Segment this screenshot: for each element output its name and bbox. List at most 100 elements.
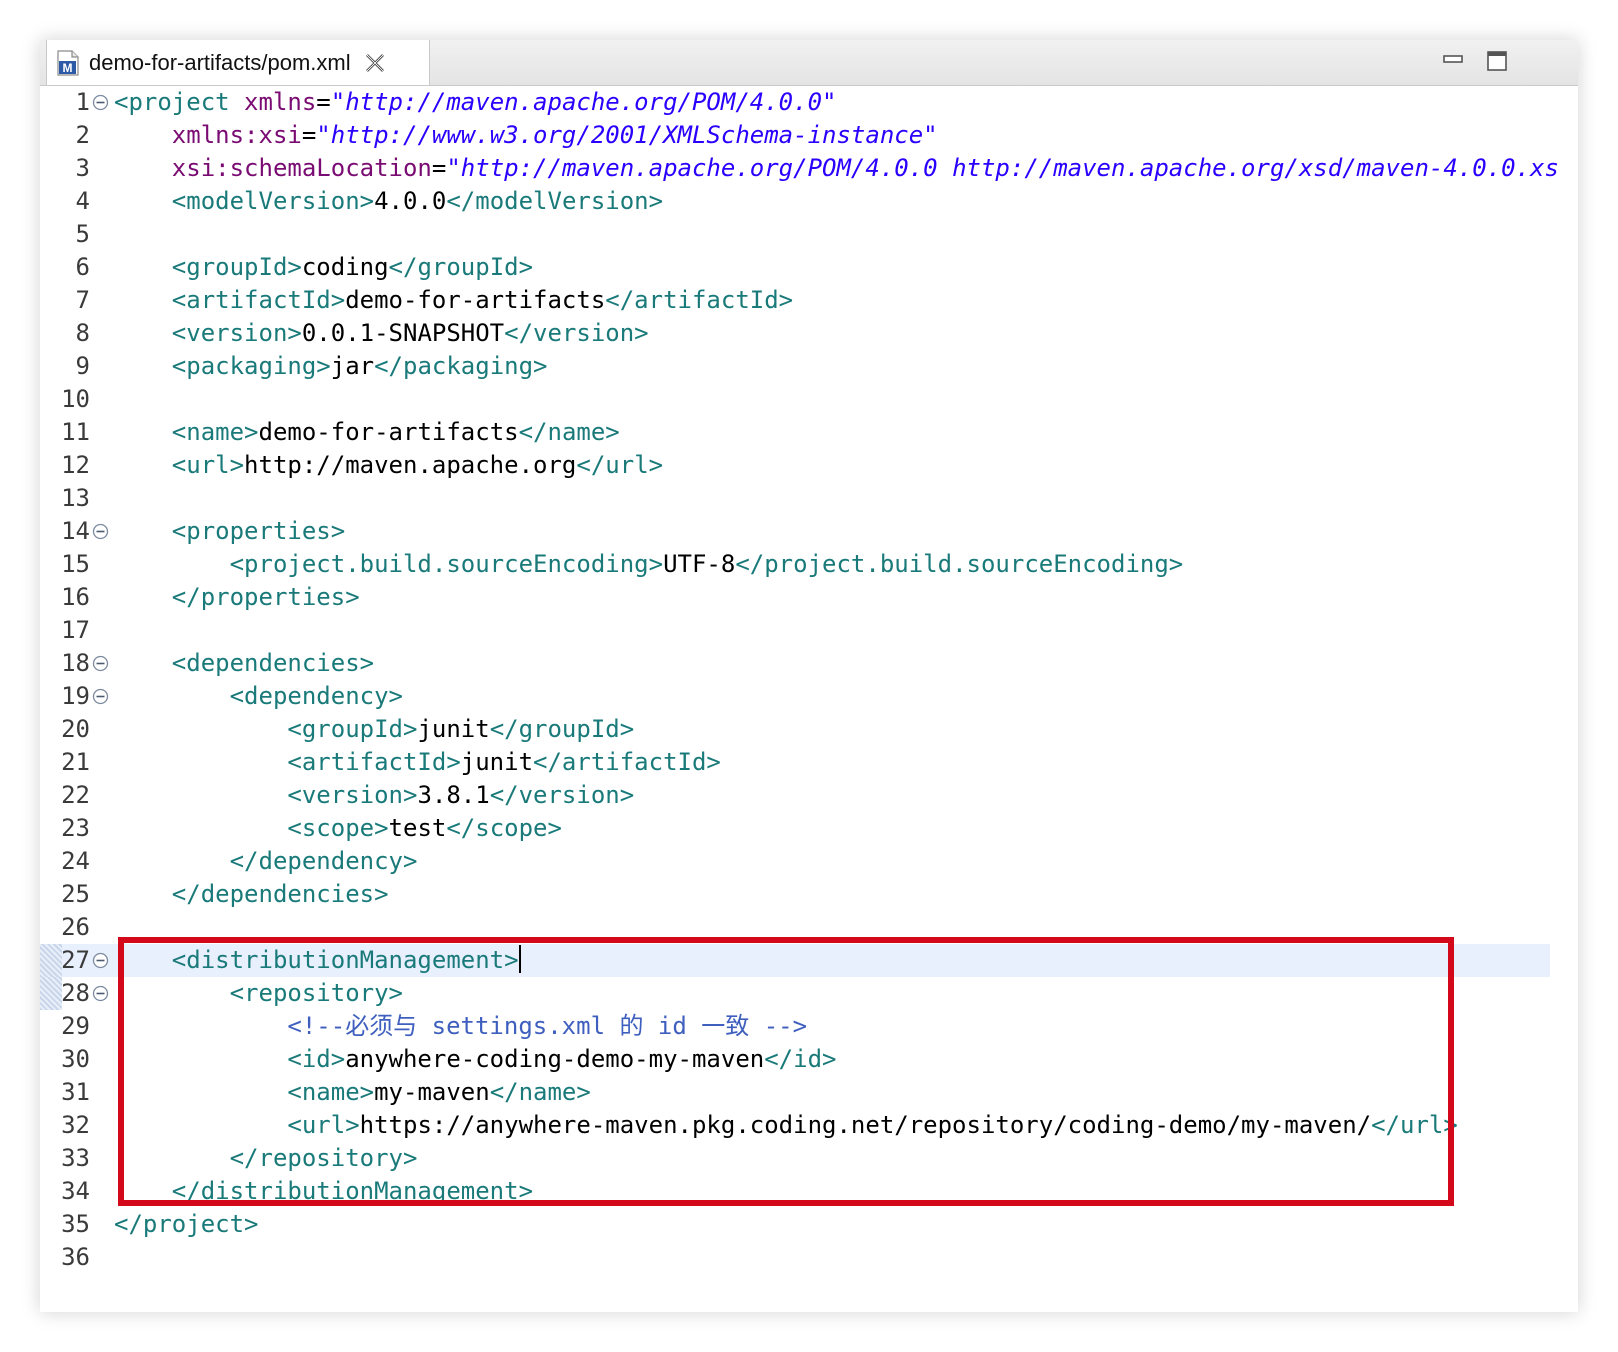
code-token: <project — [114, 88, 245, 116]
code-line[interactable]: 25 </dependencies> — [40, 878, 1578, 911]
code-line[interactable]: 22 <version>3.8.1</version> — [40, 779, 1578, 812]
code-token: <dependencies> — [171, 649, 375, 677]
code-line[interactable]: 14 <properties> — [40, 515, 1578, 548]
code-line[interactable]: 30 <id>anywhere-coding-demo-my-maven</id… — [40, 1043, 1578, 1076]
line-number: 9 — [75, 352, 90, 380]
code-line[interactable]: 4 <modelVersion>4.0.0</modelVersion> — [40, 185, 1578, 218]
code-line[interactable]: 11 <name>demo-for-artifacts</name> — [40, 416, 1578, 449]
fold-collapse-icon[interactable] — [92, 523, 109, 540]
code-line[interactable]: 27 <distributionManagement> — [40, 944, 1550, 977]
line-number: 32 — [61, 1111, 90, 1139]
code-line[interactable]: 13 — [40, 482, 1578, 515]
code-line[interactable]: 16 </properties> — [40, 581, 1578, 614]
code-line[interactable]: 1 <project xmlns="http://maven.apache.org… — [40, 86, 1578, 119]
line-number: 27 — [61, 946, 90, 974]
code-token: <dependency> — [229, 682, 403, 710]
code-line[interactable]: 31 <name>my-maven</name> — [40, 1076, 1578, 1109]
code-token: </version> — [504, 319, 649, 347]
code-token: "http://maven.apache.org/POM/4.0.0" — [330, 88, 837, 116]
code-line[interactable]: 26 — [40, 911, 1578, 944]
code-text: </repository> — [114, 1142, 418, 1175]
code-token: <project.build.sourceEncoding> — [229, 550, 664, 578]
text-caret — [518, 945, 521, 973]
code-line[interactable]: 29 <!--必须与 settings.xml 的 id 一致 --> — [40, 1010, 1578, 1043]
fold-collapse-icon[interactable] — [92, 94, 109, 111]
code-token: </project> — [114, 1210, 259, 1238]
code-token: <name> — [287, 1078, 375, 1106]
code-line[interactable]: 2 xmlns:xsi="http://www.w3.org/2001/XMLS… — [40, 119, 1578, 152]
code-line[interactable]: 36 — [40, 1241, 1578, 1274]
code-line[interactable]: 15 <project.build.sourceEncoding>UTF-8</… — [40, 548, 1578, 581]
code-line[interactable]: 33 </repository> — [40, 1142, 1578, 1175]
line-number: 36 — [61, 1243, 90, 1271]
code-line[interactable]: 17 — [40, 614, 1578, 647]
code-line[interactable]: 34 </distributionManagement> — [40, 1175, 1578, 1208]
code-text: xmlns:xsi="http://www.w3.org/2001/XMLSch… — [114, 119, 938, 152]
code-line[interactable]: 32 <url>https://anywhere-maven.pkg.codin… — [40, 1109, 1578, 1142]
code-line[interactable]: 18 <dependencies> — [40, 647, 1578, 680]
svg-text:M: M — [63, 61, 73, 75]
code-token: http://maven.apache.org — [244, 451, 577, 479]
code-line[interactable]: 23 <scope>test</scope> — [40, 812, 1578, 845]
code-text: <version>3.8.1</version> — [114, 779, 634, 812]
code-token: </dependency> — [229, 847, 418, 875]
line-number: 26 — [61, 913, 90, 941]
code-token: </id> — [764, 1045, 837, 1073]
code-token: <distributionManagement> — [171, 946, 519, 974]
line-number: 13 — [61, 484, 90, 512]
line-number: 25 — [61, 880, 90, 908]
line-number: 15 — [61, 550, 90, 578]
code-line[interactable]: 9 <packaging>jar</packaging> — [40, 350, 1578, 383]
code-line[interactable]: 5 — [40, 218, 1578, 251]
code-token: "http://maven.apache.org/POM/4.0.0 http:… — [446, 154, 1559, 182]
line-number: 23 — [61, 814, 90, 842]
line-number: 16 — [61, 583, 90, 611]
code-token: test — [388, 814, 447, 842]
tab-title: demo-for-artifacts/pom.xml — [89, 49, 351, 75]
code-line[interactable]: 28 <repository> — [40, 977, 1578, 1010]
line-number: 5 — [75, 220, 90, 248]
code-token: jar — [330, 352, 375, 380]
code-text: <dependency> — [114, 680, 403, 713]
code-line[interactable]: 12 <url>http://maven.apache.org</url> — [40, 449, 1578, 482]
fold-collapse-icon[interactable] — [92, 688, 109, 705]
code-text: </dependencies> — [114, 878, 389, 911]
code-editor[interactable]: 1 <project xmlns="http://maven.apache.org… — [40, 86, 1578, 1312]
close-icon[interactable] — [363, 51, 387, 75]
code-token: </name> — [518, 418, 620, 446]
code-token: <modelVersion> — [171, 187, 375, 215]
code-text: <artifactId>demo-for-artifacts</artifact… — [114, 284, 793, 317]
code-line[interactable]: 7 <artifactId>demo-for-artifacts</artifa… — [40, 284, 1578, 317]
fold-collapse-icon[interactable] — [92, 952, 109, 969]
line-number: 12 — [61, 451, 90, 479]
code-line[interactable]: 19 <dependency> — [40, 680, 1578, 713]
code-line[interactable]: 35 </project> — [40, 1208, 1578, 1241]
maximize-icon[interactable] — [1482, 46, 1512, 76]
code-token: <!--必须与 settings.xml 的 id 一致 --> — [287, 1012, 808, 1040]
code-token: </modelVersion> — [446, 187, 664, 215]
code-line[interactable]: 8 <version>0.0.1-SNAPSHOT</version> — [40, 317, 1578, 350]
code-line[interactable]: 21 <artifactId>junit</artifactId> — [40, 746, 1578, 779]
tab-pom-xml[interactable]: M demo-for-artifacts/pom.xml — [46, 40, 430, 85]
code-text: <groupId>junit</groupId> — [114, 713, 634, 746]
code-token: </groupId> — [489, 715, 635, 743]
code-line[interactable]: 24 </dependency> — [40, 845, 1578, 878]
code-line[interactable]: 20 <groupId>junit</groupId> — [40, 713, 1578, 746]
code-line[interactable]: 6 <groupId>coding</groupId> — [40, 251, 1578, 284]
code-line[interactable]: 10 — [40, 383, 1578, 416]
minimize-icon[interactable] — [1438, 46, 1468, 76]
line-number: 3 — [75, 154, 90, 182]
fold-collapse-icon[interactable] — [92, 985, 109, 1002]
fold-collapse-icon[interactable] — [92, 655, 109, 672]
code-token: <properties> — [171, 517, 346, 545]
code-token: <name> — [171, 418, 259, 446]
code-line[interactable]: 3 xsi:schemaLocation="http://maven.apach… — [40, 152, 1578, 185]
line-number: 31 — [61, 1078, 90, 1106]
code-token: <groupId> — [287, 715, 418, 743]
